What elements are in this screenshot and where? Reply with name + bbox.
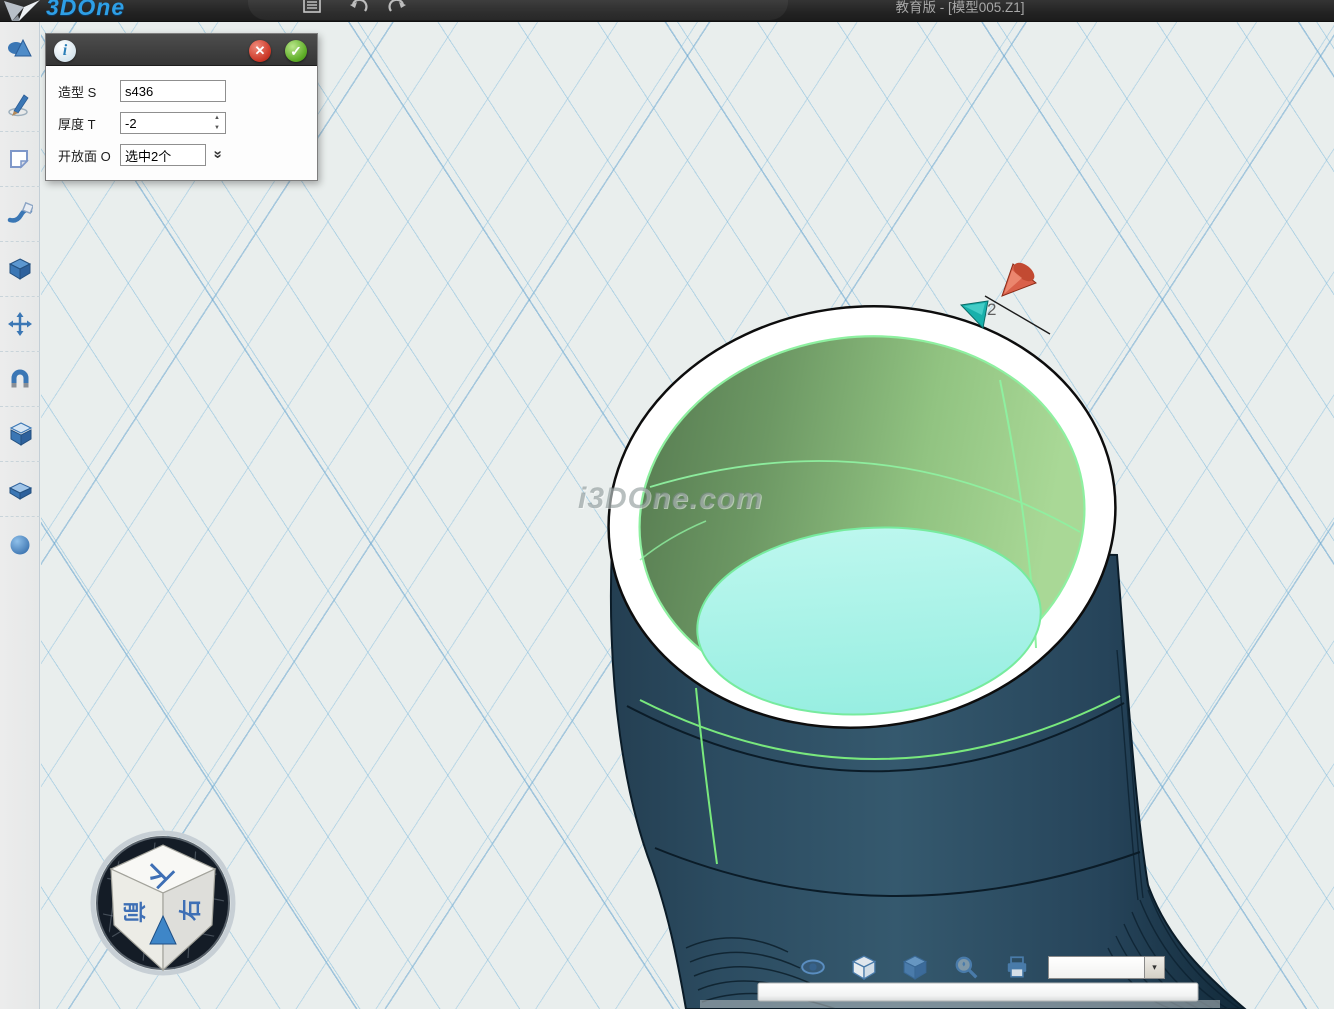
sidebar-item-section-tray[interactable] [0,462,40,517]
open-faces-field-input[interactable] [120,144,206,166]
open-faces-field-label: 开放面 O [58,146,120,165]
combine-box-icon [7,421,33,447]
view-dropdown: ▾ [1048,956,1165,979]
undo-icon[interactable] [348,0,370,17]
tray-icon [7,476,33,502]
cancel-button[interactable]: ✕ [249,40,271,62]
sidebar-item-sweep[interactable] [0,187,40,242]
shape-field-label: 造型 S [58,82,120,101]
field-row-thickness: 厚度 T ▲ ▼ [58,112,309,134]
expand-chevron-icon[interactable]: « [209,152,226,158]
redo-icon[interactable] [386,0,408,17]
sidebar-item-sketch-plane[interactable] [0,132,40,187]
document-icon[interactable] [302,0,322,15]
sphere-icon [7,532,33,558]
dialog-body: 造型 S 厚度 T ▲ ▼ 开放面 O « [46,66,317,180]
sidebar-item-combine[interactable] [0,407,40,462]
primitives-icon [7,36,33,62]
thickness-field-label: 厚度 T [58,114,120,133]
print-icon[interactable] [1004,954,1030,980]
magnet-icon [7,366,33,392]
zoom-magnifier-icon[interactable] [953,954,979,980]
window-title: 教育版 - [模型005.Z1] [820,0,1100,16]
sidebar-item-move[interactable] [0,297,40,352]
shaded-cube-icon[interactable] [902,954,928,980]
dropdown-arrow-icon[interactable]: ▾ [1144,956,1165,979]
sidebar-item-magnet-snap[interactable] [0,352,40,407]
sidebar-item-primitives[interactable] [0,22,40,77]
sketch-plane-icon [7,146,33,172]
titlebar: 3DOne 教育版 - [模型005.Z1] [0,0,1334,22]
app-logo-icon [2,0,42,22]
shape-field-input[interactable] [120,80,226,102]
watermark: i3DOne.com [578,482,763,516]
sidebar-item-extrude-box[interactable] [0,242,40,297]
info-icon: i [54,40,76,62]
field-row-shape: 造型 S [58,80,309,102]
sidebar-item-sketch-draw[interactable] [0,77,40,132]
sweep-icon [7,201,33,227]
field-row-open-faces: 开放面 O « [58,144,309,166]
cube-icon [7,256,33,282]
dialog-header: i ✕ ✓ [46,34,317,66]
titlebar-pill [248,0,788,20]
view-toolbar [800,954,1055,980]
pen-icon [7,91,33,117]
sidebar-item-material-sphere[interactable] [0,517,40,572]
move-arrows-icon [7,311,33,337]
visibility-eye-icon[interactable] [800,954,826,980]
thickness-spinner[interactable]: ▲ ▼ [211,114,223,132]
shell-property-dialog: i ✕ ✓ 造型 S 厚度 T ▲ ▼ 开放面 O « [45,33,318,181]
confirm-button[interactable]: ✓ [285,40,307,62]
spinner-up-icon[interactable]: ▲ [211,114,223,122]
toolbar-sidebar [0,22,40,1009]
wireframe-cube-icon[interactable] [851,954,877,980]
view-dropdown-input[interactable] [1048,956,1144,979]
app-logo-text: 3DOne [46,0,125,21]
spinner-down-icon[interactable]: ▼ [211,124,223,132]
